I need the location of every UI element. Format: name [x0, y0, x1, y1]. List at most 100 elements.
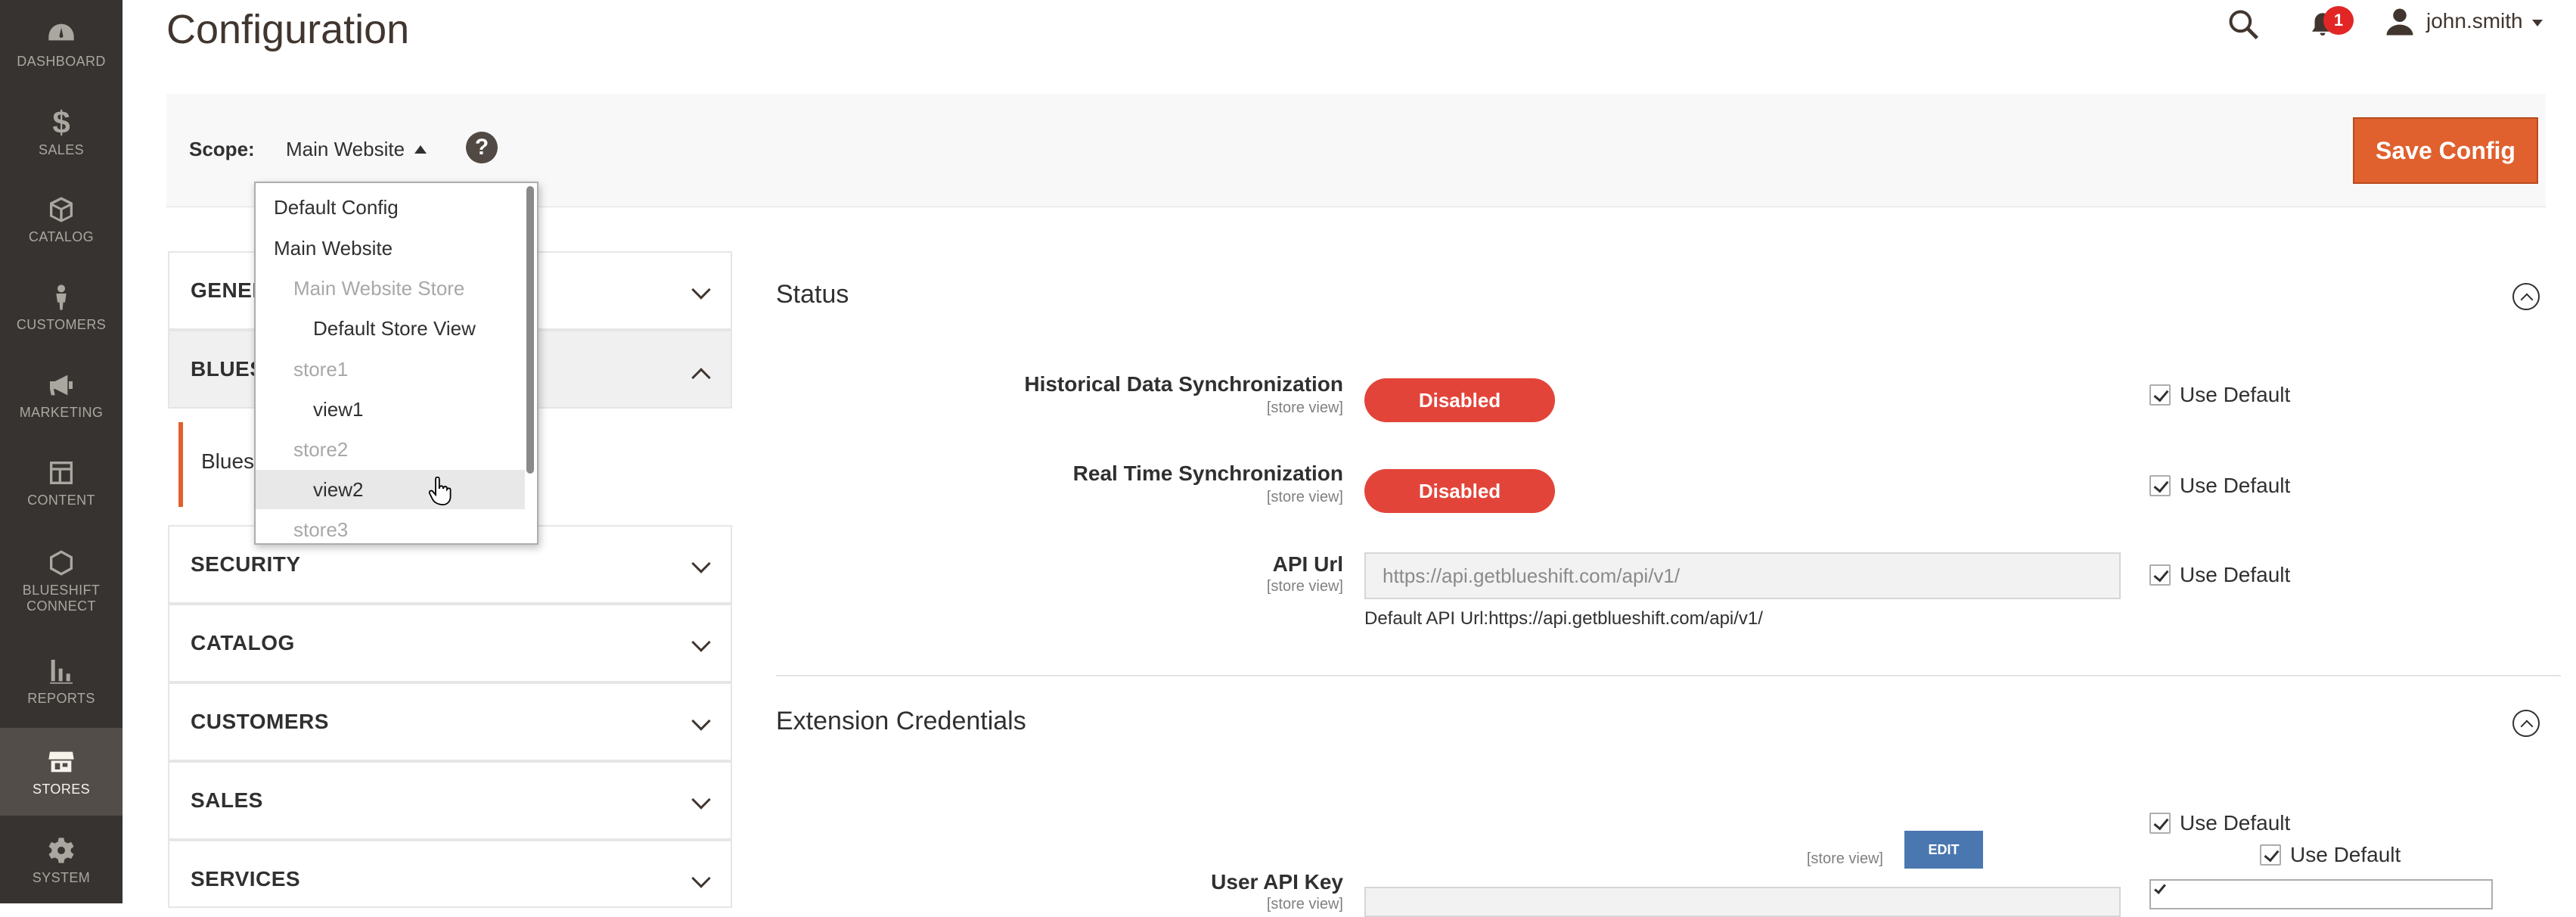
page-title: Configuration — [166, 7, 410, 52]
content-icon — [50, 461, 73, 484]
api-url-note: Default API Url:https://api.getblueshift… — [1364, 608, 1763, 629]
user-icon[interactable] — [2384, 6, 2416, 38]
collapse-icon[interactable] — [2512, 283, 2540, 310]
section-title-status[interactable]: Status — [776, 280, 849, 309]
stores-icon — [48, 751, 74, 772]
collapse-icon[interactable] — [2512, 710, 2540, 737]
check-icon — [2154, 881, 2166, 894]
scope-hint: [store view] — [1806, 850, 1883, 867]
chevron-down-icon — [691, 554, 711, 574]
dashboard-icon — [48, 23, 74, 40]
help-icon[interactable]: ? — [466, 132, 498, 163]
scope-label: Scope: — [189, 138, 255, 160]
nav-label: BLUESHIFT CONNECT — [22, 583, 101, 614]
section-divider — [776, 675, 2561, 676]
nav-label: DASHBOARD — [17, 53, 106, 69]
realtime-sync-label: Real Time Synchronization — [1072, 462, 1343, 485]
sub-tab-label: Bluesl — [201, 449, 259, 473]
scope-option[interactable]: view1 — [256, 390, 525, 429]
use-default-label: Use Default — [2180, 383, 2291, 406]
nav-blueshift-connect[interactable]: BLUESHIFT CONNECT — [0, 527, 123, 636]
scope-switcher[interactable]: Main Website — [286, 138, 405, 161]
use-default-label: Use Default — [2180, 811, 2291, 835]
scope-option[interactable]: Default Config — [256, 188, 525, 227]
realtime-sync-toggle[interactable]: Disabled — [1364, 469, 1555, 513]
tab-sales[interactable]: SALES — [168, 761, 732, 840]
scope-hint: [store view] — [1266, 578, 1343, 595]
use-default-checkbox[interactable] — [2149, 564, 2171, 586]
tab-label: SALES — [191, 788, 263, 812]
tab-label: BLUES — [191, 357, 265, 381]
blueshift-icon — [50, 550, 73, 576]
nav-label: MARKETING — [19, 404, 104, 420]
gear-icon — [48, 837, 74, 863]
dropdown-scrollbar[interactable] — [526, 186, 534, 474]
nav-label: SYSTEM — [32, 869, 91, 885]
tab-label: CATALOG — [191, 631, 295, 654]
admin-sidebar: DASHBOARD $ SALES CATALOG CUSTOMERS MARK… — [0, 0, 123, 903]
chevron-up-icon — [691, 368, 711, 387]
api-url-label: API Url — [1272, 552, 1343, 576]
nav-system[interactable]: SYSTEM — [0, 817, 123, 903]
use-default-checkbox[interactable] — [2149, 813, 2171, 834]
customers-icon — [56, 284, 67, 310]
nav-label: SALES — [38, 141, 85, 157]
scope-option-group: store2 — [293, 437, 349, 461]
hand-cursor-icon — [428, 476, 452, 511]
nav-customers[interactable]: CUSTOMERS — [0, 263, 123, 351]
reports-icon — [50, 659, 73, 684]
edit-button[interactable]: EDIT — [1904, 831, 1983, 869]
scope-hint: [store view] — [1266, 896, 1343, 912]
tab-label: SECURITY — [191, 552, 301, 576]
user-api-key-input[interactable] — [1364, 887, 2121, 917]
caret-up-icon[interactable] — [414, 145, 427, 154]
use-default-label: Use Default — [2180, 563, 2291, 586]
nav-label: CATALOG — [28, 228, 95, 244]
nav-marketing[interactable]: MARKETING — [0, 351, 123, 439]
nav-label: CUSTOMERS — [16, 316, 107, 332]
nav-sales[interactable]: $ SALES — [0, 88, 123, 176]
chevron-down-icon — [691, 869, 711, 888]
search-icon[interactable] — [2227, 8, 2260, 41]
nav-dashboard[interactable]: DASHBOARD — [0, 0, 123, 88]
scope-option[interactable]: view2 — [256, 470, 525, 509]
catalog-icon — [50, 196, 73, 222]
nav-content[interactable]: CONTENT — [0, 439, 123, 527]
marketing-icon — [50, 375, 73, 395]
user-api-key-label: User API Key — [1211, 870, 1343, 894]
tab-catalog[interactable]: CATALOG — [168, 604, 732, 682]
user-api-key-select[interactable] — [2149, 879, 2493, 909]
user-menu[interactable]: john.smith — [2426, 9, 2523, 33]
nav-label: CONTENT — [27, 492, 95, 508]
section-title-credentials[interactable]: Extension Credentials — [776, 707, 1026, 736]
tab-label: SERVICES — [191, 867, 301, 891]
scope-option-group: store1 — [293, 357, 349, 381]
nav-catalog[interactable]: CATALOG — [0, 176, 123, 263]
nav-label: STORES — [32, 781, 91, 797]
scope-option-group: store3 — [293, 518, 349, 541]
use-default-label: Use Default — [2180, 474, 2291, 497]
use-default-checkbox[interactable] — [2149, 475, 2171, 496]
scope-hint: [store view] — [1266, 489, 1343, 505]
nav-label: REPORTS — [27, 690, 95, 706]
chevron-down-icon — [691, 280, 711, 300]
chevron-down-icon[interactable] — [2532, 20, 2543, 26]
scope-option[interactable]: Default Store View — [256, 309, 525, 348]
historical-sync-toggle[interactable]: Disabled — [1364, 378, 1555, 422]
use-default-checkbox[interactable] — [2149, 384, 2171, 406]
tab-customers[interactable]: CUSTOMERS — [168, 682, 732, 761]
chevron-down-icon — [691, 790, 711, 810]
nav-reports[interactable]: REPORTS — [0, 637, 123, 725]
api-url-input[interactable]: https://api.getblueshift.com/api/v1/ — [1364, 552, 2121, 599]
chevron-down-icon — [691, 711, 711, 731]
use-default-checkbox[interactable] — [2260, 844, 2281, 866]
notification-badge[interactable]: 1 — [2323, 6, 2354, 35]
nav-stores[interactable]: STORES — [0, 728, 123, 816]
tab-services[interactable]: SERVICES — [168, 840, 732, 908]
save-config-button[interactable]: Save Config — [2353, 117, 2538, 184]
scope-dropdown[interactable]: Default Config Main Website Main Website… — [254, 182, 538, 545]
tab-label: CUSTOMERS — [191, 710, 329, 733]
chevron-down-icon — [691, 633, 711, 652]
scope-option[interactable]: Main Website — [256, 228, 525, 268]
scope-option-group: Main Website Store — [293, 276, 465, 300]
